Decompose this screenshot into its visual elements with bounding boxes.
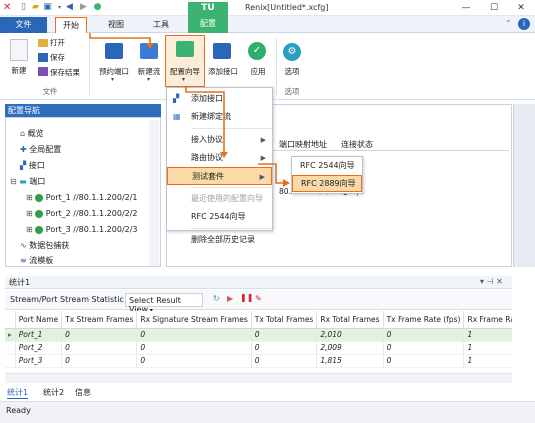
table-cell: 0 bbox=[61, 328, 138, 342]
tab-stats-2[interactable]: 统计2 bbox=[43, 387, 64, 398]
panel-pin-icon[interactable]: ▾ ⊣ ✕ bbox=[480, 277, 503, 286]
table-header-row: Port Name Tx Stream Frames Rx Signature … bbox=[5, 311, 512, 329]
stats-tabs: 统计1 统计2 信息 bbox=[5, 385, 512, 399]
table-cell: 1 bbox=[463, 354, 512, 368]
row-indicator bbox=[5, 341, 16, 355]
table-cell: 0 bbox=[251, 341, 318, 355]
clear-icon[interactable]: ✎ bbox=[255, 294, 262, 303]
table-cell: 1 bbox=[463, 328, 512, 342]
col-tx-stream-frames[interactable]: Tx Stream Frames bbox=[61, 311, 138, 329]
status-bar: Ready bbox=[0, 401, 535, 423]
table-row[interactable]: Port_3 0 0 0 1,815 0 1 bbox=[5, 354, 512, 368]
tab-info[interactable]: 信息 bbox=[75, 387, 91, 398]
table-cell: 0 bbox=[383, 354, 465, 368]
table-cell: Port_1 bbox=[15, 328, 63, 342]
table-row[interactable]: ▸ Port_1 0 0 0 2,010 0 1 bbox=[5, 328, 512, 342]
tab-stats-1[interactable]: 统计1 bbox=[7, 387, 29, 399]
table-cell: 0 bbox=[136, 328, 252, 342]
table-cell: 2,010 bbox=[316, 328, 384, 342]
table-cell: 0 bbox=[136, 341, 252, 355]
stats-panel-header: 统计1 bbox=[5, 276, 512, 289]
table-cell: Port_2 bbox=[15, 341, 63, 355]
pause-bars-icon[interactable]: ❚❚ bbox=[240, 293, 253, 302]
col-tx-total-frames[interactable]: Tx Total Frames bbox=[251, 311, 318, 329]
table-cell: 0 bbox=[61, 354, 138, 368]
refresh-icon[interactable]: ↻ bbox=[213, 294, 220, 303]
stats-toolbar: Stream/Port Stream Statistic Select Resu… bbox=[5, 290, 512, 314]
col-rx-total-frames[interactable]: Rx Total Frames bbox=[316, 311, 384, 329]
table-cell: 0 bbox=[251, 328, 318, 342]
table-cell: 0 bbox=[383, 328, 465, 342]
table-cell: 2,009 bbox=[316, 341, 384, 355]
col-tx-frame-rate[interactable]: Tx Frame Rate (fps) bbox=[383, 311, 465, 329]
col-rx-frame-rate[interactable]: Rx Frame Ra bbox=[463, 311, 512, 329]
current-row-icon: ▸ bbox=[5, 328, 16, 342]
table-cell: 1 bbox=[463, 341, 512, 355]
table-cell: 0 bbox=[61, 341, 138, 355]
pause-icon[interactable]: ▶ bbox=[227, 294, 233, 303]
table-cell: 0 bbox=[383, 341, 465, 355]
table-row[interactable]: Port_2 0 0 0 2,009 0 1 bbox=[5, 341, 512, 355]
status-text: Ready bbox=[6, 406, 31, 415]
table-cell: 0 bbox=[251, 354, 318, 368]
table-cell: 1,815 bbox=[316, 354, 384, 368]
col-port-name[interactable]: Port Name bbox=[15, 311, 63, 329]
row-indicator bbox=[5, 354, 16, 368]
stats-view-label: Stream/Port Stream Statistic bbox=[10, 295, 124, 304]
horizontal-scrollbar[interactable] bbox=[5, 373, 512, 383]
col-rx-signature-frames[interactable]: Rx Signature Stream Frames bbox=[136, 311, 252, 329]
table-cell: Port_3 bbox=[15, 354, 63, 368]
stats-table: Port Name Tx Stream Frames Rx Signature … bbox=[5, 311, 512, 368]
table-cell: 0 bbox=[136, 354, 252, 368]
row-indicator-header bbox=[5, 311, 16, 329]
select-result-view-dropdown[interactable]: Select Result View ▾ bbox=[125, 293, 203, 314]
